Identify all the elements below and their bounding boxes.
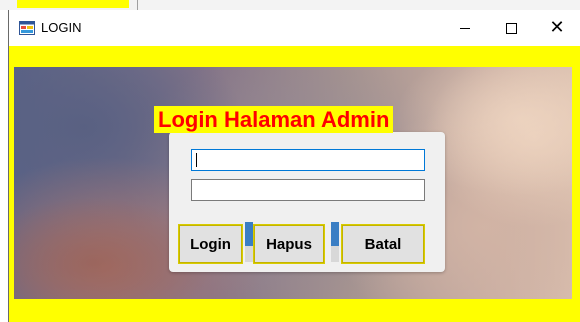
maximize-icon [505, 22, 517, 34]
username-field[interactable] [191, 149, 425, 171]
button-separator [331, 222, 339, 262]
title-bar[interactable]: LOGIN ✕ [9, 10, 580, 46]
background-yellow-strip [17, 0, 129, 8]
background-divider [137, 0, 138, 10]
close-button[interactable]: ✕ [534, 10, 580, 46]
screen: LOGIN ✕ Login Halaman Admin Login Hapus … [0, 0, 580, 322]
text-caret [196, 153, 197, 167]
batal-button[interactable]: Batal [341, 224, 425, 264]
window-title: LOGIN [41, 20, 82, 35]
minimize-button[interactable] [442, 10, 488, 46]
page-title: Login Halaman Admin [154, 106, 394, 133]
password-field[interactable] [191, 179, 425, 201]
close-icon: ✕ [549, 17, 565, 38]
minimize-icon [460, 27, 470, 29]
background-window-strip [0, 0, 580, 10]
button-separator [245, 222, 253, 262]
winforms-app-icon [19, 21, 35, 35]
login-button[interactable]: Login [178, 224, 243, 264]
maximize-button[interactable] [488, 10, 534, 46]
hapus-button[interactable]: Hapus [253, 224, 325, 264]
